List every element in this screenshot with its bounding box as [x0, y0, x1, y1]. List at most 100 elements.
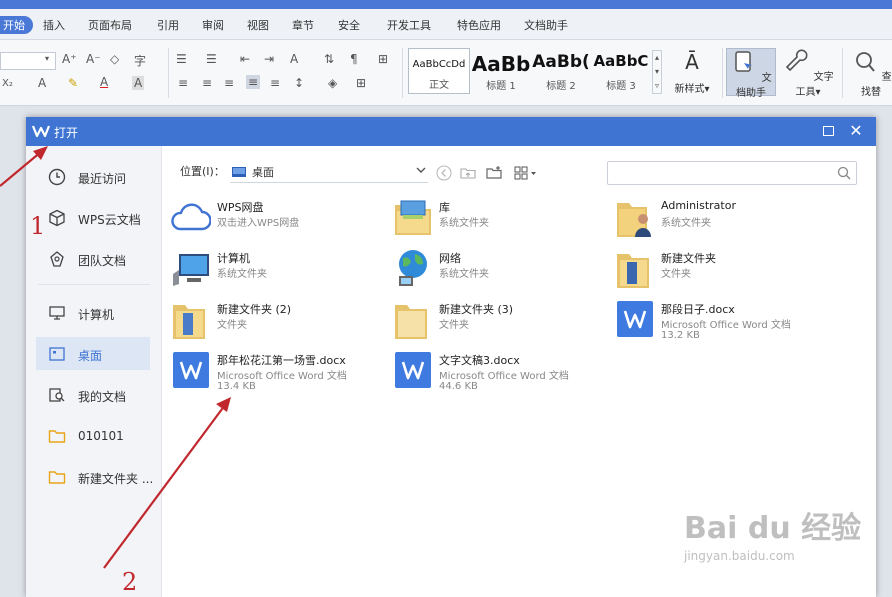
menu-sections[interactable]: 章节 [292, 17, 314, 33]
new-style-button[interactable]: Ā 新样式▾ [668, 48, 716, 95]
file-item-wps-cloud[interactable]: WPS网盘 双击进入WPS网盘 [171, 197, 381, 241]
file-item-wenzi-wengao3-docx[interactable]: 文字文稿3.docx Microsoft Office Word 文档 44.6… [393, 350, 603, 394]
search-input[interactable] [612, 165, 832, 181]
menu-insert[interactable]: 插入 [43, 17, 65, 33]
chinese-layout-icon[interactable]: A [290, 52, 298, 66]
sidebar-item-computer[interactable]: 计算机 [36, 296, 150, 329]
text-tools-button[interactable]: 文字工具▾ [780, 48, 836, 98]
close-button[interactable]: ✕ [847, 122, 865, 140]
sidebar-item-label: 计算机 [78, 308, 115, 322]
sidebar-item-new-folder[interactable]: 新建文件夹 ... [36, 460, 153, 493]
file-name: 那段日子.docx [661, 303, 735, 316]
menu-home[interactable]: 开始 [0, 16, 33, 34]
find-replace-button[interactable]: 查找替 [850, 48, 892, 98]
dialog-title: 打开 [54, 126, 79, 140]
sidebar-item-label: 010101 [78, 429, 124, 443]
align-center-icon[interactable]: ≡ [202, 76, 212, 90]
phonetic-icon[interactable]: 字 [134, 52, 146, 69]
menu-developer[interactable]: 开发工具 [387, 17, 431, 33]
highlight-icon[interactable]: ✎ [68, 76, 78, 90]
location-value: 桌面 [252, 166, 274, 179]
sidebar-item-folder-010101[interactable]: 010101 [36, 419, 150, 452]
view-grid-icon[interactable] [514, 165, 538, 181]
file-item-new-folder[interactable]: 新建文件夹 文件夹 [615, 248, 825, 292]
table-border-icon[interactable]: ⊞ [378, 52, 388, 66]
line-spacing-icon[interactable]: ↕ [294, 76, 304, 90]
file-type: 文件夹 [439, 320, 469, 331]
file-name: 网络 [439, 252, 461, 265]
fill-color-icon[interactable]: ◈ [328, 76, 337, 90]
show-marks-icon[interactable]: ¶ [350, 52, 358, 66]
sidebar-item-wps-cloud[interactable]: WPS云文档 [36, 201, 150, 234]
subscript-icon[interactable]: X₂ [2, 78, 13, 89]
menu-features[interactable]: 特色应用 [457, 17, 501, 33]
up-folder-icon[interactable] [460, 165, 476, 181]
justify-icon[interactable]: ≡ [246, 75, 261, 89]
menu-review[interactable]: 审阅 [202, 17, 224, 33]
grow-font-icon[interactable]: A⁺ [62, 52, 77, 66]
file-type: Microsoft Office Word 文档 [661, 320, 791, 331]
align-left-icon[interactable]: ≡ [178, 76, 188, 90]
increase-indent-icon[interactable]: ⇥ [264, 52, 274, 66]
menu-doc-helper[interactable]: 文档助手 [524, 17, 568, 33]
file-item-nadua-rizi-docx[interactable]: 那段日子.docx Microsoft Office Word 文档 13.2 … [615, 299, 825, 343]
clock-icon [48, 168, 66, 186]
search-box[interactable] [607, 161, 857, 185]
file-item-new-folder-3[interactable]: 新建文件夹 (3) 文件夹 [393, 299, 603, 343]
location-select[interactable]: 桌面 [230, 163, 428, 183]
new-folder-icon[interactable] [486, 165, 502, 181]
file-item-new-folder-2[interactable]: 新建文件夹 (2) 文件夹 [171, 299, 381, 343]
style-heading-1[interactable]: AaBb 标题 1 [470, 48, 532, 94]
ribbon-toolbar: ▾ A⁺ A⁻ ◇ 字 X₂ A ✎ A A ☰ ☰ ⇤ ⇥ A ⇅ ¶ ⊞ ≡… [0, 40, 892, 106]
menu-page-layout[interactable]: 页面布局 [88, 17, 132, 33]
file-item-songhuajiang-docx[interactable]: 那年松花江第一场雪.docx Microsoft Office Word 文档 … [171, 350, 381, 394]
back-icon[interactable] [436, 165, 452, 181]
font-color-icon[interactable]: A [100, 75, 108, 89]
file-item-administrator[interactable]: Administrator 系统文件夹 [615, 197, 825, 241]
decrease-indent-icon[interactable]: ⇤ [240, 52, 250, 66]
sidebar-item-recent[interactable]: 最近访问 [36, 160, 150, 193]
sort-icon[interactable]: ⇅ [324, 52, 334, 66]
watermark-brand: Bai du 经验 [684, 511, 862, 546]
maximize-button[interactable] [823, 126, 834, 136]
doc-helper-button[interactable]: 文档助手 [726, 48, 776, 99]
align-right-icon[interactable]: ≡ [224, 76, 234, 90]
clear-format-icon[interactable]: ◇ [110, 52, 119, 66]
shrink-font-icon[interactable]: A⁻ [86, 52, 101, 66]
distribute-icon[interactable]: ≡ [270, 76, 280, 90]
char-shading-icon[interactable]: A [132, 76, 145, 90]
menu-references[interactable]: 引用 [157, 17, 179, 33]
numbered-list-icon[interactable]: ☰ [206, 52, 217, 66]
folder-open-icon [173, 305, 205, 339]
menu-view[interactable]: 视图 [247, 17, 269, 33]
file-type: 文件夹 [217, 320, 247, 331]
cube-icon [49, 209, 65, 227]
style-heading-3[interactable]: AaBbC 标题 3 [590, 48, 652, 94]
sidebar-item-label: 团队文档 [78, 254, 127, 268]
computer-icon [173, 254, 209, 286]
file-name: Administrator [661, 199, 736, 212]
borders-icon[interactable]: ⊞ [356, 76, 366, 90]
style-gallery-scroll[interactable]: ▴ ▾ ▿ [652, 50, 662, 94]
file-type: 系统文件夹 [439, 218, 489, 229]
bullet-list-icon[interactable]: ☰ [176, 52, 187, 66]
file-item-network[interactable]: 网络 系统文件夹 [393, 248, 603, 292]
style-heading-2[interactable]: AaBb( 标题 2 [530, 48, 592, 94]
font-size-select[interactable]: ▾ [0, 52, 56, 70]
wps-doc-icon [395, 352, 431, 388]
file-name: 新建文件夹 (2) [217, 303, 292, 316]
text-effect-icon[interactable]: A [38, 76, 46, 90]
file-item-computer[interactable]: 计算机 系统文件夹 [171, 248, 381, 292]
folder-open-icon [617, 254, 649, 288]
folder-icon [48, 471, 66, 484]
sidebar-item-label: 桌面 [78, 349, 103, 363]
search-icon [837, 166, 851, 180]
menu-security[interactable]: 安全 [338, 17, 360, 33]
sidebar-item-my-documents[interactable]: 我的文档 [36, 378, 150, 411]
sidebar-item-desktop[interactable]: 桌面 [36, 337, 150, 370]
sidebar-item-team[interactable]: 团队文档 [36, 242, 150, 275]
annotation-step-2: 2 [122, 568, 138, 596]
new-style-label: 新样式 [674, 84, 705, 95]
file-item-library[interactable]: 库 系统文件夹 [393, 197, 603, 241]
style-normal[interactable]: AaBbCcDd 正文 [408, 48, 470, 94]
